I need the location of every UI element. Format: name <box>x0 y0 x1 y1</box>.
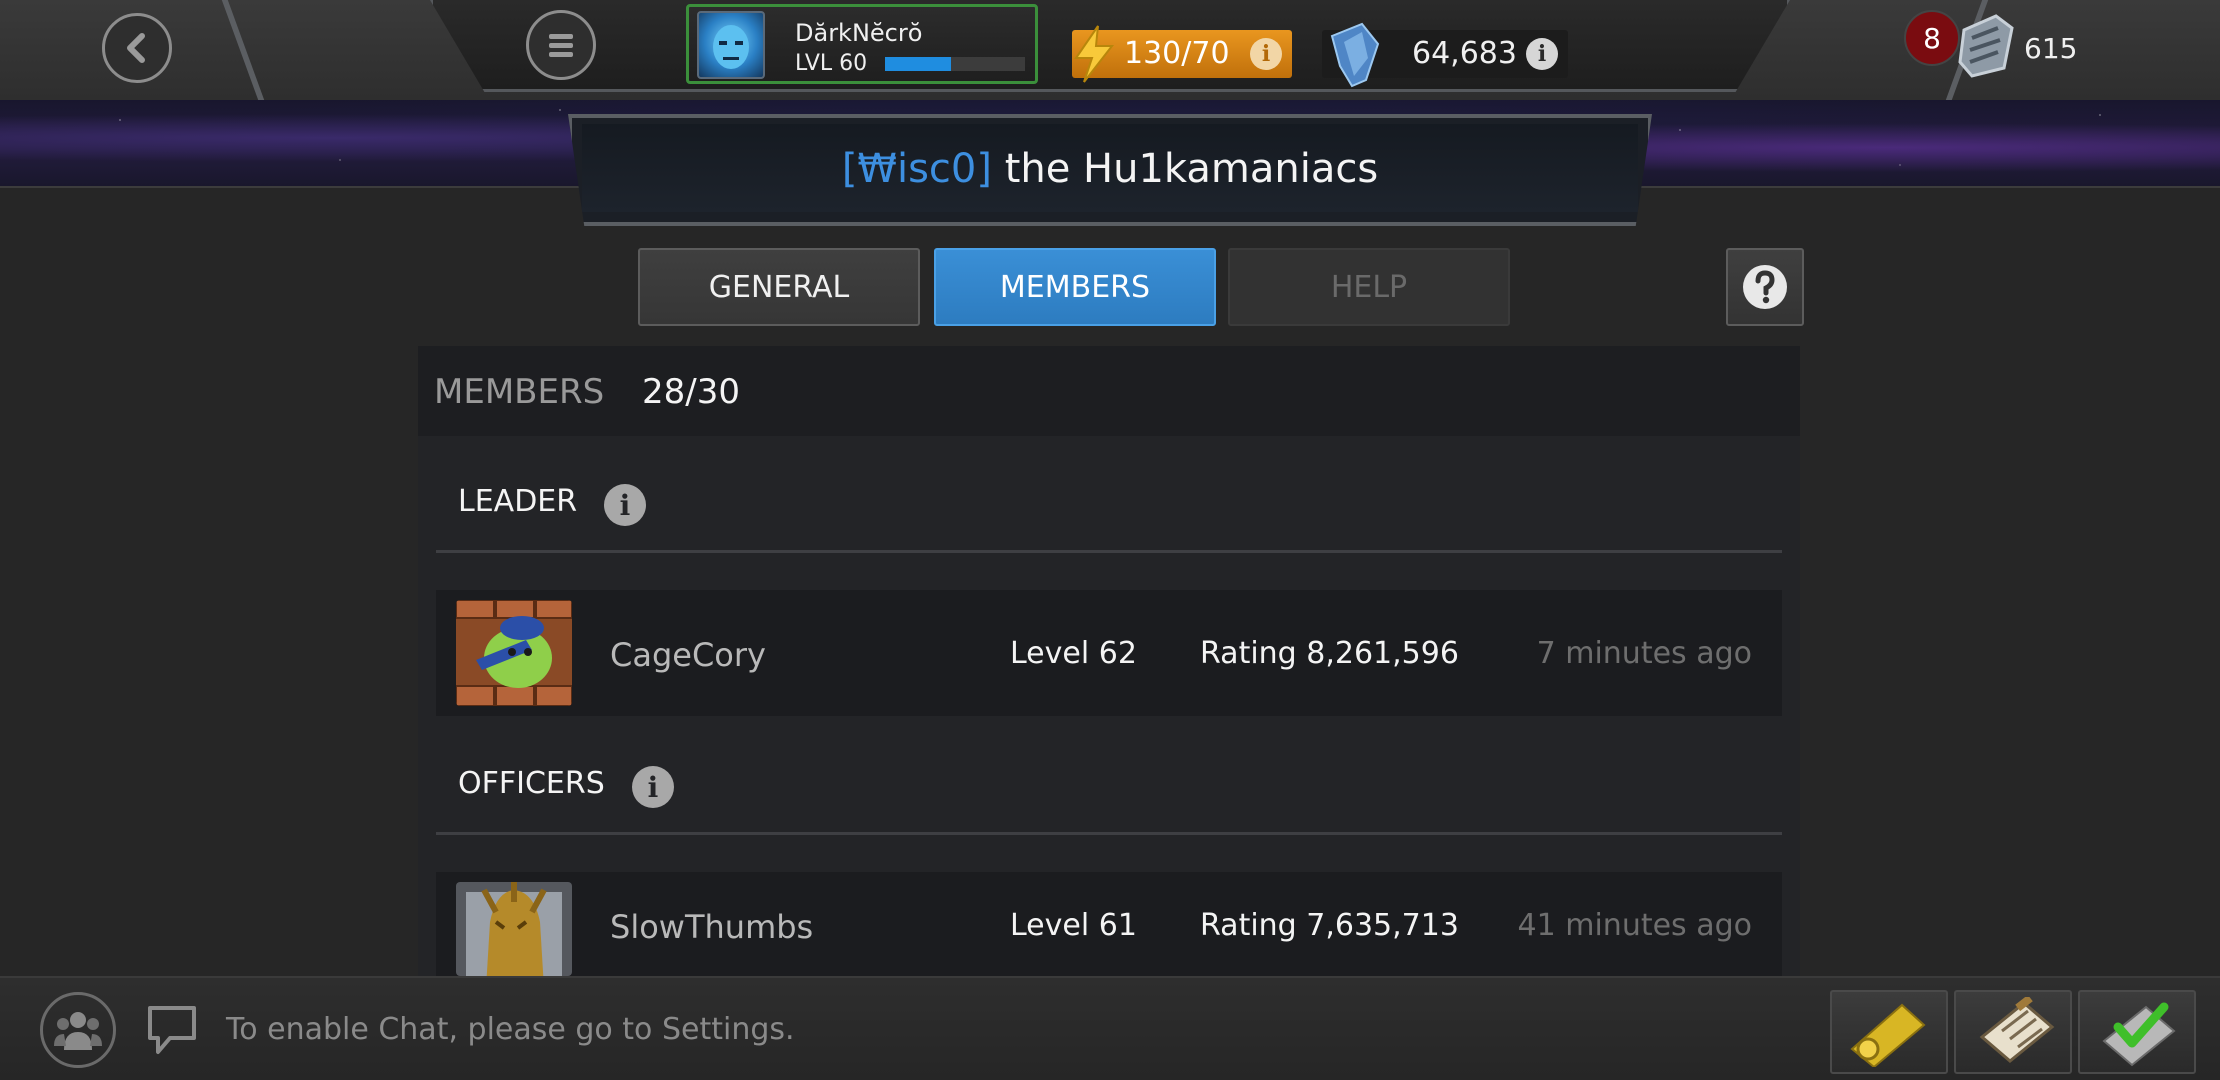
officers-info-icon[interactable]: i <box>632 766 674 808</box>
members-panel: MEMBERS 28/30 LEADER i CageCory Level 62… <box>418 346 1800 976</box>
member-name: CageCory <box>610 636 766 674</box>
tab-general[interactable]: GENERAL <box>638 248 920 326</box>
members-header: MEMBERS 28/30 <box>418 346 1800 436</box>
section-title-leader: LEADER <box>458 484 578 519</box>
alliance-tag: [₩isc0] <box>841 146 992 192</box>
help-icon <box>1743 265 1787 309</box>
player-profile[interactable]: DărkNĕcrŏ LVL 60 <box>686 4 1038 84</box>
alliance-events-button[interactable] <box>1830 990 1948 1074</box>
bottom-bar: To enable Chat, please go to Settings. <box>0 976 2220 1080</box>
menu-icon <box>549 34 573 57</box>
member-avatar <box>456 600 572 706</box>
member-rating: Rating 7,635,713 <box>1200 908 1459 943</box>
alliance-quests-button[interactable] <box>1954 990 2072 1074</box>
crystals-value: 64,683 <box>1412 36 1517 71</box>
tab-help[interactable]: HELP <box>1228 248 1510 326</box>
top-bar: DărkNĕcrŏ LVL 60 130/70 i 64,683 i 8 615 <box>0 0 2220 100</box>
energy-counter[interactable]: 130/70 i <box>1072 25 1292 83</box>
xp-bar <box>885 57 1025 71</box>
member-level: Level 61 <box>1010 908 1137 943</box>
crystal-icon <box>1330 22 1380 88</box>
xp-bar-fill <box>885 57 951 71</box>
alliance-icon <box>54 1012 102 1050</box>
units-value: 615 <box>2024 32 2078 65</box>
chat-icon[interactable] <box>144 1002 200 1058</box>
alliance-name: the Hu1kamaniacs <box>1004 146 1379 192</box>
member-avatar <box>456 882 572 976</box>
energy-value: 130/70 <box>1124 36 1230 71</box>
section-divider <box>436 550 1782 553</box>
player-avatar <box>697 11 765 79</box>
crystals-counter[interactable]: 64,683 i <box>1322 22 1568 88</box>
quests-icon <box>1979 997 2055 1063</box>
units-icon[interactable] <box>1952 10 2020 80</box>
member-last-seen: 41 minutes ago <box>1517 908 1752 943</box>
menu-button[interactable] <box>526 10 596 80</box>
back-icon <box>127 33 145 63</box>
back-button[interactable] <box>102 13 172 83</box>
crystals-info-icon[interactable]: i <box>1526 38 1558 70</box>
trophy-icon <box>1850 1003 1926 1067</box>
member-row[interactable]: CageCory Level 62 Rating 8,261,596 7 min… <box>436 590 1782 716</box>
help-button[interactable] <box>1726 248 1804 326</box>
tab-members[interactable]: MEMBERS <box>934 248 1216 326</box>
player-level: LVL 60 <box>795 51 868 76</box>
energy-info-icon[interactable]: i <box>1250 38 1282 70</box>
member-row[interactable]: SlowThumbs Level 61 Rating 7,635,713 41 … <box>436 872 1782 976</box>
alliance-title: [₩isc0] the Hu1kamaniacs <box>572 146 1648 192</box>
members-label: MEMBERS <box>434 372 605 412</box>
member-rating: Rating 8,261,596 <box>1200 636 1459 671</box>
member-last-seen: 7 minutes ago <box>1536 636 1752 671</box>
chat-disabled-message: To enable Chat, please go to Settings. <box>226 1012 795 1047</box>
alliance-war-button[interactable] <box>2078 990 2196 1074</box>
section-divider <box>436 832 1782 835</box>
member-name: SlowThumbs <box>610 908 814 946</box>
bolt-icon <box>1074 25 1115 83</box>
alliance-banner: [₩isc0] the Hu1kamaniacs <box>568 114 1652 226</box>
check-icon <box>2102 1002 2176 1067</box>
leader-info-icon[interactable]: i <box>604 484 646 526</box>
members-count: 28/30 <box>642 372 740 412</box>
member-level: Level 62 <box>1010 636 1137 671</box>
section-title-officers: OFFICERS <box>458 766 605 801</box>
player-name: DărkNĕcrŏ <box>795 19 923 47</box>
alliance-button[interactable] <box>40 992 116 1068</box>
